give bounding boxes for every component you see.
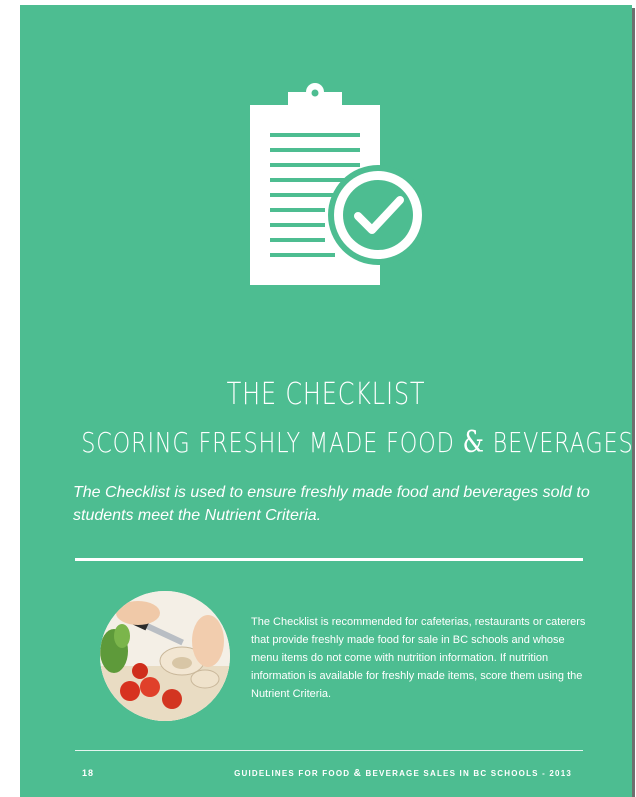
footer-part-1: GUIDELINES FOR FOOD: [234, 769, 351, 778]
page-subtitle: SCORING FRESHLY MADE FOOD & BEVERAGES: [81, 425, 632, 460]
body-text: The Checklist is recommended for cafeter…: [251, 616, 586, 700]
subtitle-ampersand: &: [462, 425, 485, 460]
subtitle-part-2: BEVERAGES: [492, 426, 634, 459]
footer-part-2: BEVERAGE SALES IN BC SCHOOLS - 2013: [365, 769, 572, 778]
food-photo-image: [100, 591, 230, 721]
page-title: THE CHECKLIST: [226, 377, 426, 412]
page: THE CHECKLIST SCORING FRESHLY MADE FOOD …: [20, 5, 633, 797]
intro-text: The Checklist is used to ensure freshly …: [73, 484, 590, 524]
food-photo: [100, 591, 230, 721]
page-shadow: [632, 8, 635, 797]
footer-divider: [75, 750, 583, 751]
footer-text: GUIDELINES FOR FOOD & BEVERAGE SALES IN …: [234, 768, 572, 779]
footer-ampersand: &: [353, 768, 363, 779]
clipboard-check-icon: [250, 83, 428, 285]
page-number: 18: [82, 768, 95, 778]
divider: [75, 558, 583, 561]
subtitle-part-1: SCORING FRESHLY MADE FOOD: [81, 426, 455, 459]
